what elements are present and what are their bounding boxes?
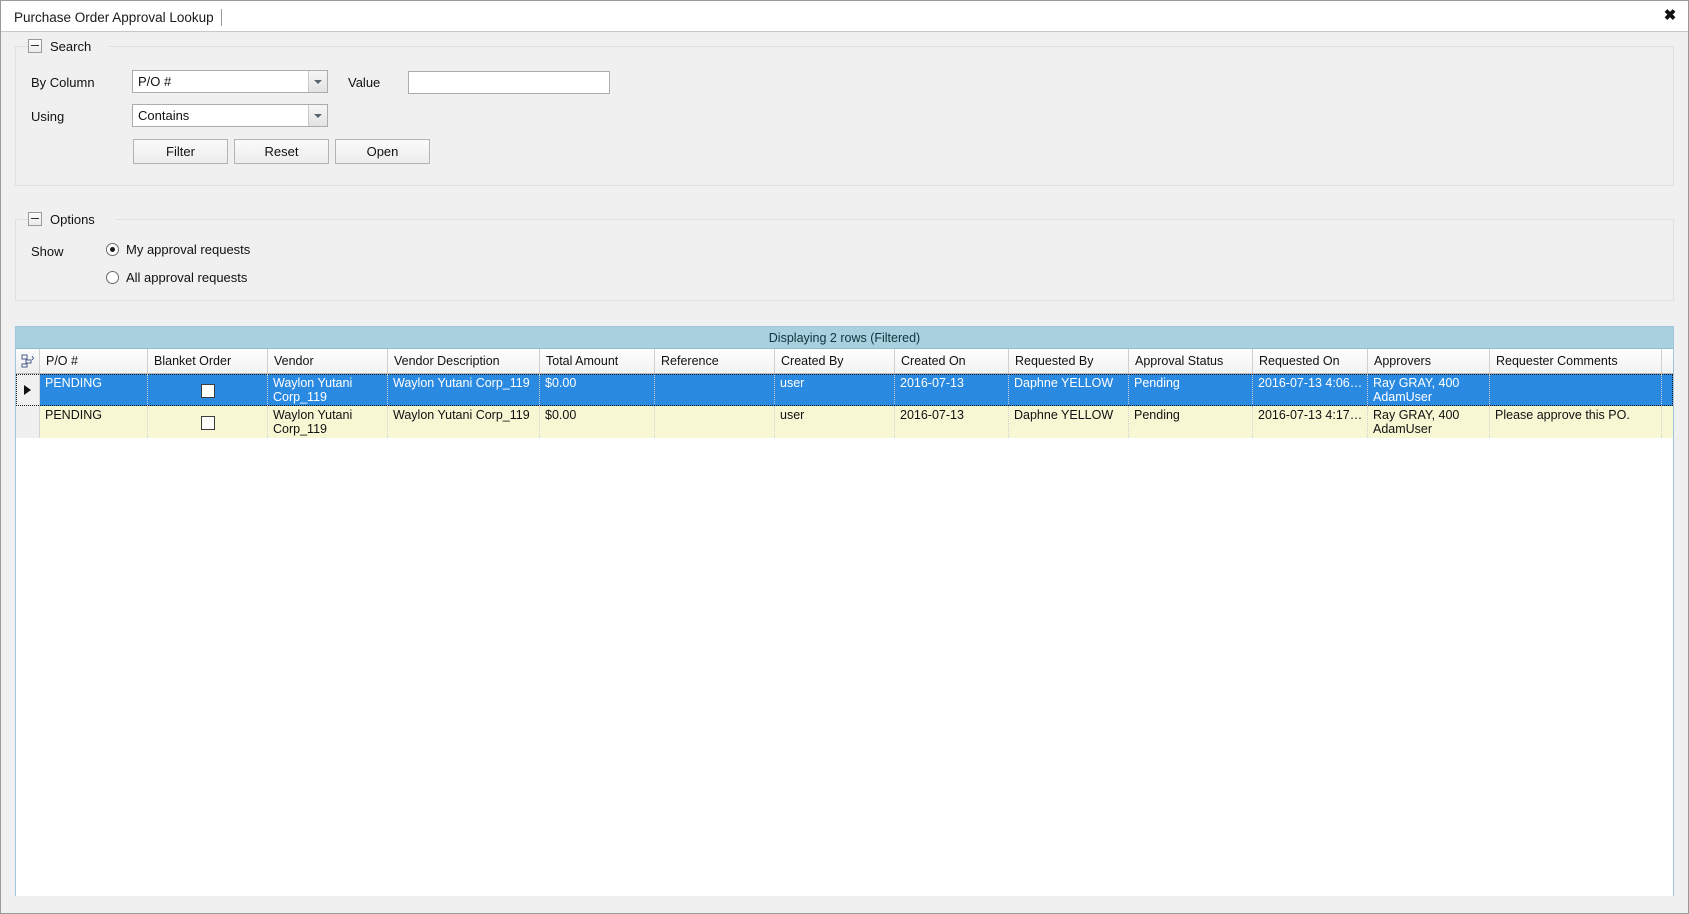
value-input[interactable] (408, 71, 610, 94)
radio-label: All approval requests (126, 270, 248, 285)
cell-created_by[interactable]: user (775, 374, 895, 406)
grid-header-requested_on[interactable]: Requested On (1253, 349, 1368, 373)
chevron-down-icon (308, 105, 327, 126)
cell-requested_by[interactable]: Daphne YELLOW (1009, 374, 1129, 406)
select-all-glyph (21, 354, 34, 368)
table-row[interactable]: PENDING Waylon Yutani Corp_119 Waylon Yuta… (16, 406, 1673, 438)
blanket-order-checkbox[interactable] (201, 384, 215, 398)
status-strip (2, 896, 1687, 912)
grid-header-created_by[interactable]: Created By (775, 349, 895, 373)
radio-my-approval-requests[interactable]: My approval requests (106, 242, 250, 257)
search-group-header: Search (28, 37, 100, 55)
using-value: Contains (138, 108, 190, 123)
cell-requested_by[interactable]: Daphne YELLOW (1009, 406, 1129, 438)
cell-vendor[interactable]: Waylon Yutani Corp_119 (268, 374, 388, 406)
options-group: Options Show My approval requests All ap… (15, 210, 1674, 301)
options-group-header: Options (28, 210, 103, 228)
by-column-value: P/O # (138, 74, 172, 89)
options-group-line-right (116, 219, 1673, 220)
close-glyph: ✖ (1663, 7, 1677, 24)
filter-button[interactable]: Filter (133, 139, 228, 164)
search-group: Search By Column P/O # Value Using Conta… (15, 37, 1674, 186)
grid-empty-area (16, 438, 1673, 878)
close-icon[interactable]: ✖ (1658, 4, 1682, 28)
blanket-order-checkbox[interactable] (201, 416, 215, 430)
cell-total[interactable]: $0.00 (540, 374, 655, 406)
grid-body: PENDING Waylon Yutani Corp_119 Waylon Yuta… (16, 374, 1673, 438)
grid-header-approval_status[interactable]: Approval Status (1129, 349, 1253, 373)
radio-indicator (106, 243, 119, 256)
options-collapse-toggle[interactable] (28, 212, 42, 226)
search-group-line-left (16, 46, 28, 47)
options-group-line-left (16, 219, 28, 220)
search-collapse-toggle[interactable] (28, 39, 42, 53)
cell-approvers[interactable]: Ray GRAY, 400 AdamUser (1368, 406, 1490, 438)
tab-caret (220, 9, 222, 26)
grid-header-vendor[interactable]: Vendor (268, 349, 388, 373)
chevron-down-icon (308, 71, 327, 92)
cell-created_on[interactable]: 2016-07-13 (895, 374, 1009, 406)
grid-header-approvers[interactable]: Approvers (1368, 349, 1490, 373)
value-label: Value (348, 75, 381, 90)
options-group-title: Options (50, 211, 95, 227)
select-all-icon[interactable] (16, 349, 40, 373)
reset-button[interactable]: Reset (234, 139, 329, 164)
by-column-label: By Column (31, 75, 95, 90)
table-row[interactable]: PENDING Waylon Yutani Corp_119 Waylon Yuta… (16, 374, 1673, 406)
cell-vendor[interactable]: Waylon Yutani Corp_119 (268, 406, 388, 438)
application-window: Purchase Order Approval Lookup ✖ Search … (0, 0, 1689, 914)
cell-created_by[interactable]: user (775, 406, 895, 438)
grid-header-blanket[interactable]: Blanket Order (148, 349, 268, 373)
using-select[interactable]: Contains (132, 104, 328, 127)
search-group-title: Search (50, 38, 92, 54)
cell-approvers[interactable]: Ray GRAY, 400 AdamUser (1368, 374, 1490, 406)
cell-vendor_desc[interactable]: Waylon Yutani Corp_119 (388, 374, 540, 406)
cell-total[interactable]: $0.00 (540, 406, 655, 438)
cell-requested_on[interactable]: 2016-07-13 4:17… (1253, 406, 1368, 438)
grid-header-row: P/O # Blanket Order Vendor Vendor Descripti… (16, 349, 1673, 374)
tab-label: Purchase Order Approval Lookup (14, 10, 214, 25)
cell-requested_on[interactable]: 2016-07-13 4:06… (1253, 374, 1368, 406)
grid-header-requested_by[interactable]: Requested By (1009, 349, 1129, 373)
radio-all-approval-requests[interactable]: All approval requests (106, 270, 247, 285)
tab-purchase-order-approval-lookup[interactable]: Purchase Order Approval Lookup (7, 5, 231, 29)
search-group-line-right (108, 46, 1673, 47)
grid-header-vendor_desc[interactable]: Vendor Description (388, 349, 540, 373)
grid-caption-bar: Displaying 2 rows (Filtered) (16, 327, 1673, 349)
grid-header-total[interactable]: Total Amount (540, 349, 655, 373)
grid-header-cells: P/O # Blanket Order Vendor Vendor Descripti… (40, 349, 1662, 373)
grid-header-po[interactable]: P/O # (40, 349, 148, 373)
radio-label: My approval requests (126, 242, 251, 257)
cell-approval_status[interactable]: Pending (1129, 406, 1253, 438)
cell-blanket[interactable] (148, 406, 268, 438)
cell-po[interactable]: PENDING (40, 374, 148, 406)
using-label: Using (31, 109, 65, 124)
cell-reference[interactable] (655, 406, 775, 438)
tab-strip: Purchase Order Approval Lookup ✖ (1, 1, 1688, 32)
radio-indicator (106, 271, 119, 284)
cell-requester_comments[interactable]: Please approve this PO. (1490, 406, 1662, 438)
open-button[interactable]: Open (335, 139, 430, 164)
cell-created_on[interactable]: 2016-07-13 (895, 406, 1009, 438)
approval-requests-grid: Displaying 2 rows (Filtered) P/O # Blanke… (15, 326, 1674, 898)
by-column-select[interactable]: P/O # (132, 70, 328, 93)
grid-row-count-label: Displaying 2 rows (Filtered) (768, 330, 921, 345)
cell-reference[interactable] (655, 374, 775, 406)
row-indicator[interactable] (16, 374, 40, 406)
grid-header-created_on[interactable]: Created On (895, 349, 1009, 373)
cell-approval_status[interactable]: Pending (1129, 374, 1253, 406)
current-row-arrow-icon (24, 385, 31, 395)
cell-vendor_desc[interactable]: Waylon Yutani Corp_119 (388, 406, 540, 438)
grid-header-reference[interactable]: Reference (655, 349, 775, 373)
grid-header-requester_comments[interactable]: Requester Comments (1490, 349, 1662, 373)
cell-blanket[interactable] (148, 374, 268, 406)
cell-po[interactable]: PENDING (40, 406, 148, 438)
show-label: Show (31, 244, 64, 259)
cell-requester_comments[interactable] (1490, 374, 1662, 406)
row-indicator[interactable] (16, 406, 40, 438)
